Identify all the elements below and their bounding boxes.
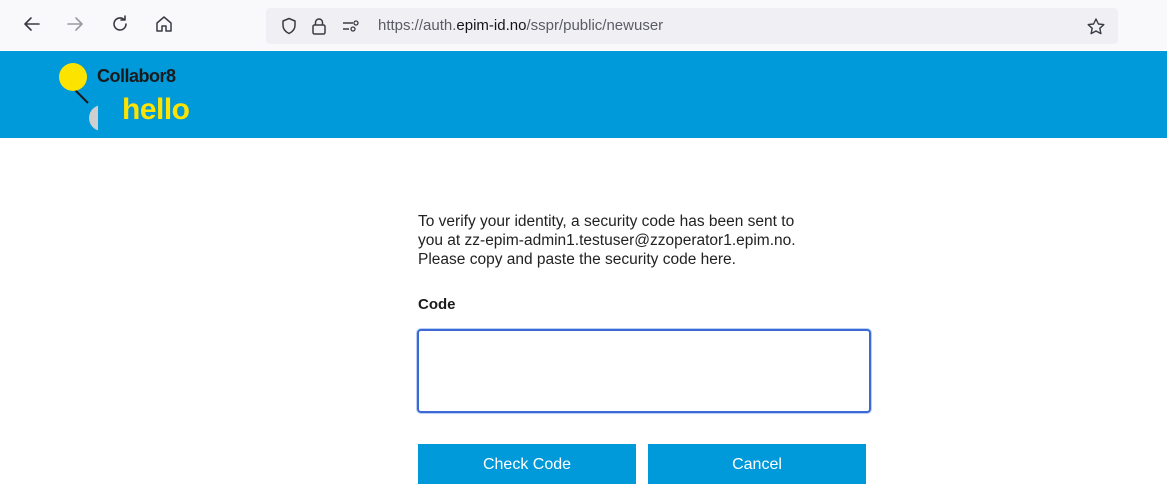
check-code-button[interactable]: Check Code <box>418 444 636 484</box>
bookmark-star-icon[interactable] <box>1086 17 1106 37</box>
code-label: Code <box>418 296 456 313</box>
url-domain: epim-id.no <box>456 17 527 34</box>
url-prefix: https://auth. <box>378 17 457 34</box>
verification-message: To verify your identity, a security code… <box>418 213 796 268</box>
browser-toolbar: https://auth.epim-id.no/sspr/public/newu… <box>0 0 1167 50</box>
brand-product: hello <box>122 93 190 126</box>
lock-icon[interactable] <box>310 17 328 35</box>
address-bar[interactable]: https://auth.epim-id.no/sspr/public/newu… <box>266 8 1118 44</box>
url-path: /sspr/public/newuser <box>526 17 664 34</box>
reload-icon[interactable] <box>108 12 132 36</box>
code-input[interactable] <box>417 329 871 413</box>
back-icon[interactable] <box>20 12 44 36</box>
shield-icon[interactable] <box>280 17 298 35</box>
header-banner: Collabor8 hello <box>0 51 1167 138</box>
brand-name: Collabor8 <box>97 66 176 86</box>
url-text[interactable]: https://auth.epim-id.no/sspr/public/newu… <box>378 17 663 35</box>
permissions-icon[interactable] <box>342 17 360 35</box>
cancel-button[interactable]: Cancel <box>648 444 866 484</box>
collabor8-logo-icon <box>59 63 98 131</box>
home-icon[interactable] <box>152 12 176 36</box>
forward-icon[interactable] <box>63 12 87 36</box>
